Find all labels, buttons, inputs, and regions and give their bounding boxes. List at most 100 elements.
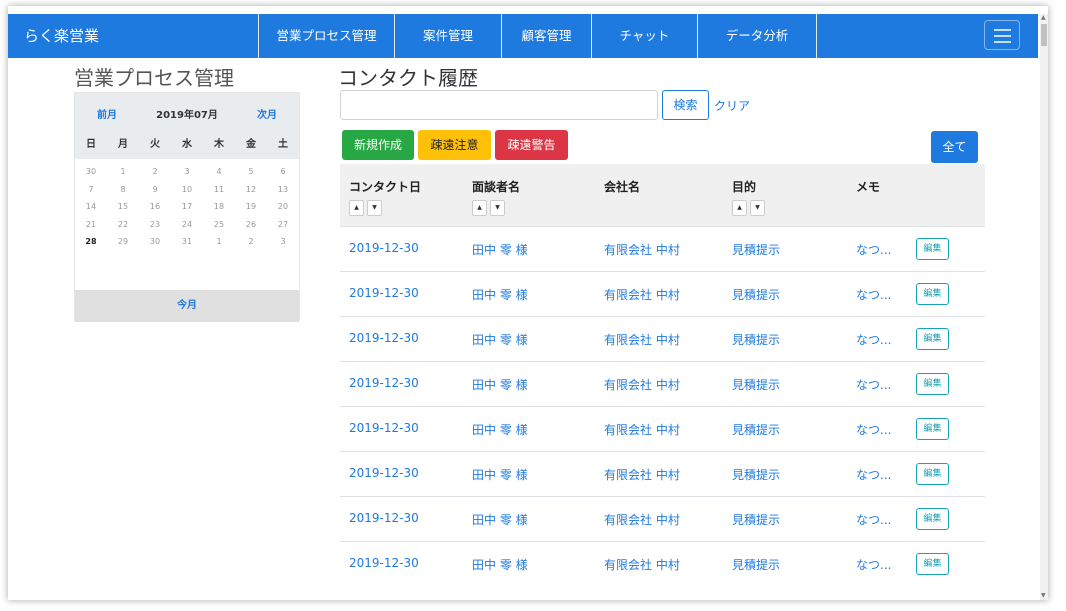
estrangement-caution-button[interactable]: 疎遠注意 xyxy=(418,130,491,160)
row-company[interactable]: 有限会社 中村 xyxy=(604,286,680,303)
edit-button[interactable]: 編集 xyxy=(916,328,949,350)
row-date[interactable]: 2019-12-30 xyxy=(349,241,419,255)
calendar-day[interactable]: 29 xyxy=(107,233,139,251)
page-scrollbar[interactable]: ▲ ▼ xyxy=(1040,14,1048,600)
nav-sales-process[interactable]: 営業プロセス管理 xyxy=(258,14,394,58)
row-person[interactable]: 田中 零 様 xyxy=(472,466,528,483)
calendar-next-month[interactable]: 次月 xyxy=(257,106,277,121)
calendar-day[interactable]: 22 xyxy=(107,216,139,234)
nav-deals[interactable]: 案件管理 xyxy=(394,14,501,58)
clear-link[interactable]: クリア xyxy=(714,97,750,114)
row-memo[interactable]: なつ... xyxy=(856,421,891,438)
nav-analytics[interactable]: データ分析 xyxy=(697,14,817,58)
row-purpose[interactable]: 見積提示 xyxy=(732,376,780,393)
calendar-day[interactable]: 11 xyxy=(203,181,235,199)
calendar-day[interactable]: 23 xyxy=(139,216,171,234)
row-company[interactable]: 有限会社 中村 xyxy=(604,511,680,528)
hamburger-menu-icon[interactable] xyxy=(984,20,1020,50)
row-company[interactable]: 有限会社 中村 xyxy=(604,376,680,393)
row-person[interactable]: 田中 零 様 xyxy=(472,421,528,438)
calendar-day[interactable]: 24 xyxy=(171,216,203,234)
row-memo[interactable]: なつ... xyxy=(856,241,891,258)
row-company[interactable]: 有限会社 中村 xyxy=(604,331,680,348)
row-date[interactable]: 2019-12-30 xyxy=(349,511,419,525)
row-memo[interactable]: なつ... xyxy=(856,286,891,303)
edit-button[interactable]: 編集 xyxy=(916,463,949,485)
scroll-thumb[interactable] xyxy=(1041,24,1047,46)
row-date[interactable]: 2019-12-30 xyxy=(349,556,419,570)
row-company[interactable]: 有限会社 中村 xyxy=(604,466,680,483)
row-memo[interactable]: なつ... xyxy=(856,466,891,483)
edit-button[interactable]: 編集 xyxy=(916,553,949,575)
calendar-day[interactable]: 12 xyxy=(235,181,267,199)
calendar-day[interactable]: 3 xyxy=(267,233,299,251)
row-date[interactable]: 2019-12-30 xyxy=(349,331,419,345)
row-person[interactable]: 田中 零 様 xyxy=(472,376,528,393)
calendar-day[interactable]: 3 xyxy=(171,163,203,181)
calendar-day[interactable]: 16 xyxy=(139,198,171,216)
row-company[interactable]: 有限会社 中村 xyxy=(604,241,680,258)
brand-logo[interactable]: らく楽営業 xyxy=(24,14,99,58)
calendar-day[interactable]: 5 xyxy=(235,163,267,181)
calendar-day[interactable]: 21 xyxy=(75,216,107,234)
calendar-day[interactable]: 2 xyxy=(235,233,267,251)
calendar-day[interactable]: 18 xyxy=(203,198,235,216)
calendar-day[interactable]: 13 xyxy=(267,181,299,199)
calendar-day[interactable]: 14 xyxy=(75,198,107,216)
row-purpose[interactable]: 見積提示 xyxy=(732,331,780,348)
row-person[interactable]: 田中 零 様 xyxy=(472,511,528,528)
calendar-day[interactable]: 15 xyxy=(107,198,139,216)
edit-button[interactable]: 編集 xyxy=(916,508,949,530)
calendar-day[interactable]: 2 xyxy=(139,163,171,181)
row-company[interactable]: 有限会社 中村 xyxy=(604,556,680,573)
sort-desc-icon[interactable]: ▼ xyxy=(490,200,505,216)
calendar-day[interactable]: 31 xyxy=(171,233,203,251)
estrangement-warning-button[interactable]: 疎遠警告 xyxy=(495,130,568,160)
calendar-day[interactable]: 1 xyxy=(107,163,139,181)
calendar-day[interactable]: 8 xyxy=(107,181,139,199)
scroll-down-arrow-icon[interactable]: ▼ xyxy=(1041,593,1046,599)
calendar-day[interactable]: 30 xyxy=(139,233,171,251)
calendar-day[interactable]: 1 xyxy=(203,233,235,251)
calendar-day[interactable]: 6 xyxy=(267,163,299,181)
row-memo[interactable]: なつ... xyxy=(856,511,891,528)
edit-button[interactable]: 編集 xyxy=(916,238,949,260)
new-button[interactable]: 新規作成 xyxy=(342,130,414,160)
scroll-up-arrow-icon[interactable]: ▲ xyxy=(1041,15,1046,21)
sort-asc-icon[interactable]: ▲ xyxy=(472,200,487,216)
row-purpose[interactable]: 見積提示 xyxy=(732,421,780,438)
row-purpose[interactable]: 見積提示 xyxy=(732,556,780,573)
row-purpose[interactable]: 見積提示 xyxy=(732,466,780,483)
edit-button[interactable]: 編集 xyxy=(916,418,949,440)
calendar-day[interactable]: 10 xyxy=(171,181,203,199)
sort-desc-icon[interactable]: ▼ xyxy=(750,200,765,216)
calendar-day[interactable]: 25 xyxy=(203,216,235,234)
calendar-prev-month[interactable]: 前月 xyxy=(97,106,117,121)
edit-button[interactable]: 編集 xyxy=(916,373,949,395)
search-button[interactable]: 検索 xyxy=(662,90,709,120)
calendar-day[interactable]: 9 xyxy=(139,181,171,199)
row-purpose[interactable]: 見積提示 xyxy=(732,286,780,303)
nav-chat[interactable]: チャット xyxy=(591,14,697,58)
row-date[interactable]: 2019-12-30 xyxy=(349,421,419,435)
row-purpose[interactable]: 見積提示 xyxy=(732,511,780,528)
row-company[interactable]: 有限会社 中村 xyxy=(604,421,680,438)
calendar-day[interactable]: 30 xyxy=(75,163,107,181)
calendar-day[interactable]: 20 xyxy=(267,198,299,216)
calendar-day-today[interactable]: 28 xyxy=(75,233,107,251)
edit-button[interactable]: 編集 xyxy=(916,283,949,305)
row-person[interactable]: 田中 零 様 xyxy=(472,331,528,348)
sort-asc-icon[interactable]: ▲ xyxy=(732,200,747,216)
sort-asc-icon[interactable]: ▲ xyxy=(349,200,364,216)
row-date[interactable]: 2019-12-30 xyxy=(349,286,419,300)
show-all-button[interactable]: 全て xyxy=(931,131,978,163)
row-person[interactable]: 田中 零 様 xyxy=(472,556,528,573)
calendar-day[interactable]: 26 xyxy=(235,216,267,234)
calendar-day[interactable]: 19 xyxy=(235,198,267,216)
row-date[interactable]: 2019-12-30 xyxy=(349,466,419,480)
row-memo[interactable]: なつ... xyxy=(856,556,891,573)
calendar-day[interactable]: 7 xyxy=(75,181,107,199)
nav-customers[interactable]: 顧客管理 xyxy=(501,14,591,58)
row-date[interactable]: 2019-12-30 xyxy=(349,376,419,390)
calendar-day[interactable]: 17 xyxy=(171,198,203,216)
